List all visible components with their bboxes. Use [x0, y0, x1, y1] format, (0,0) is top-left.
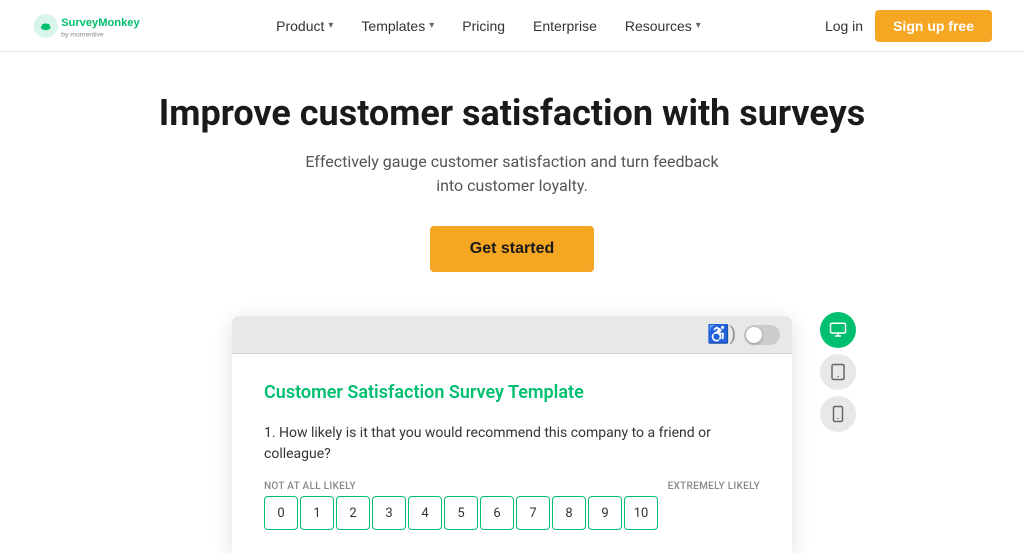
nps-number-1[interactable]: 1 [300, 496, 334, 530]
svg-text:by momentive: by momentive [61, 31, 104, 38]
nps-number-6[interactable]: 6 [480, 496, 514, 530]
nps-high-label: EXTREMELY LIKELY [668, 481, 760, 492]
nav-product[interactable]: Product ▾ [264, 12, 345, 40]
nps-low-label: NOT AT ALL LIKELY [264, 481, 356, 492]
survey-title: Customer Satisfaction Survey Template [264, 382, 760, 403]
nav-enterprise[interactable]: Enterprise [521, 12, 609, 40]
accessibility-icon: ♿) [707, 324, 736, 345]
nps-number-2[interactable]: 2 [336, 496, 370, 530]
nps-number-0[interactable]: 0 [264, 496, 298, 530]
nav-links: Product ▾ Templates ▾ Pricing Enterprise… [264, 12, 713, 40]
nps-number-7[interactable]: 7 [516, 496, 550, 530]
hero-subheading: Effectively gauge customer satisfaction … [302, 150, 722, 198]
device-icons [820, 312, 856, 432]
browser-content: Customer Satisfaction Survey Template 1.… [232, 354, 792, 554]
mobile-icon[interactable] [820, 396, 856, 432]
nav-actions: Log in Sign up free [825, 10, 992, 42]
hero-heading: Improve customer satisfaction with surve… [20, 92, 1004, 134]
login-button[interactable]: Log in [825, 18, 863, 34]
nav-resources[interactable]: Resources ▾ [613, 12, 713, 40]
browser-toolbar: ♿) [232, 316, 792, 354]
nps-number-10[interactable]: 10 [624, 496, 658, 530]
toggle-thumb [746, 327, 762, 343]
nps-numbers: 012345678910 [264, 496, 760, 530]
survey-preview: ♿) Customer Satisfaction Survey Template… [232, 316, 792, 554]
nps-number-9[interactable]: 9 [588, 496, 622, 530]
svg-text:SurveyMonkey: SurveyMonkey [61, 17, 140, 29]
hero-section: Improve customer satisfaction with surve… [0, 52, 1024, 292]
nps-number-5[interactable]: 5 [444, 496, 478, 530]
survey-question: 1. How likely is it that you would recom… [264, 423, 760, 465]
chevron-down-icon: ▾ [328, 20, 333, 31]
tablet-icon[interactable] [820, 354, 856, 390]
navigation: SurveyMonkey by momentive Product ▾ Temp… [0, 0, 1024, 52]
nps-labels: NOT AT ALL LIKELY EXTREMELY LIKELY [264, 481, 760, 492]
chevron-down-icon: ▾ [429, 20, 434, 31]
nps-number-3[interactable]: 3 [372, 496, 406, 530]
nps-number-8[interactable]: 8 [552, 496, 586, 530]
nav-pricing[interactable]: Pricing [450, 12, 517, 40]
nav-templates[interactable]: Templates ▾ [349, 12, 446, 40]
preview-area: ♿) Customer Satisfaction Survey Template… [0, 292, 1024, 554]
nps-scale: NOT AT ALL LIKELY EXTREMELY LIKELY 01234… [264, 481, 760, 530]
nps-number-4[interactable]: 4 [408, 496, 442, 530]
get-started-button[interactable]: Get started [430, 226, 594, 272]
chevron-down-icon: ▾ [696, 20, 701, 31]
signup-button[interactable]: Sign up free [875, 10, 992, 42]
logo[interactable]: SurveyMonkey by momentive [32, 10, 152, 42]
desktop-icon[interactable] [820, 312, 856, 348]
preview-toggle[interactable] [744, 325, 780, 345]
